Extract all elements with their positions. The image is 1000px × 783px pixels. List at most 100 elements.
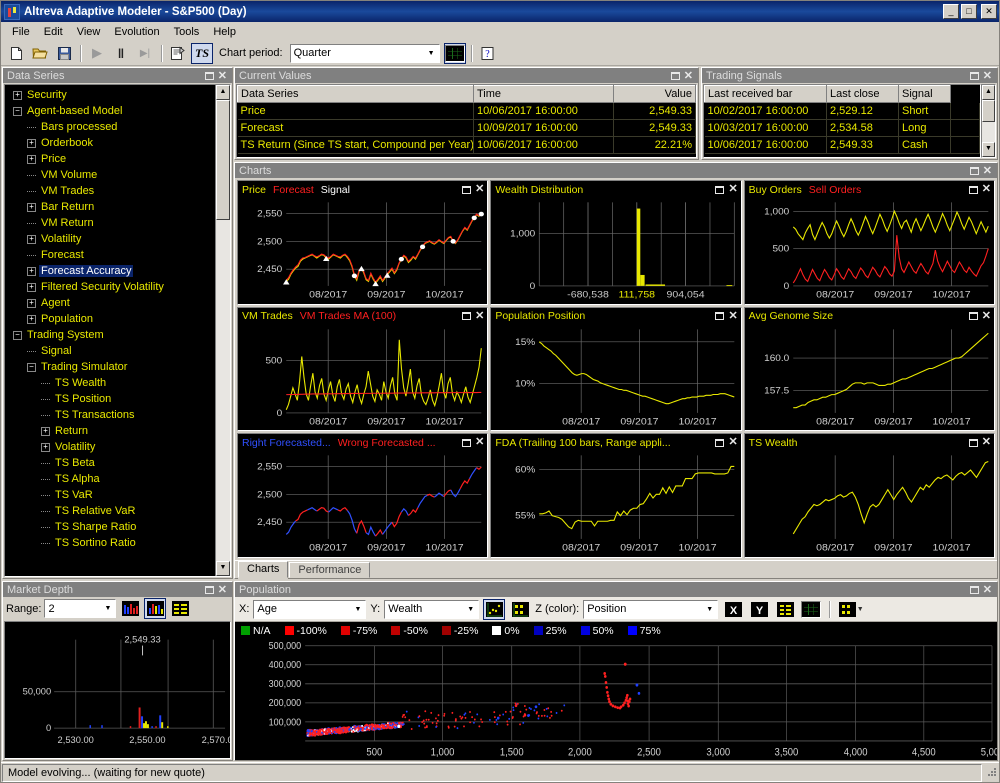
menu-view[interactable]: View	[70, 24, 108, 40]
tree-item-volatility[interactable]: +Volatility	[7, 231, 215, 247]
tree-item-vm-volume[interactable]: VM Volume	[7, 167, 215, 183]
chart-maximize-icon[interactable]	[969, 186, 978, 194]
tree-leaf-dash-icon[interactable]	[27, 347, 36, 356]
chart-close-icon[interactable]: ✕	[475, 312, 484, 321]
chart-window-1[interactable]: PriceForecastSignal✕2,4502,5002,55008/20…	[237, 180, 488, 305]
tree-item-ts-position[interactable]: TS Position	[7, 391, 215, 407]
close-button[interactable]: ✕	[981, 4, 997, 19]
tree-item-trading-simulator[interactable]: −Trading Simulator	[7, 359, 215, 375]
column-last-received-bar[interactable]: Last received bar	[705, 86, 827, 103]
current-values-close-icon[interactable]: ✕	[684, 71, 693, 81]
tree-expand-icon[interactable]: +	[13, 91, 22, 100]
trading-signals-close-icon[interactable]: ✕	[983, 71, 992, 81]
maximize-button[interactable]: □	[961, 4, 977, 19]
menu-file[interactable]: File	[5, 24, 37, 40]
chart-close-icon[interactable]: ✕	[728, 312, 737, 321]
ts-scroll-thumb[interactable]	[982, 100, 995, 122]
chart-plot-area[interactable]: 157.5160.008/201709/201710/2017	[745, 324, 994, 431]
tree-scrollbar[interactable]: ▲ ▼	[215, 85, 230, 576]
table-row[interactable]: TS Return (Since TS start, Compound per …	[238, 137, 696, 154]
chart-close-icon[interactable]: ✕	[982, 185, 991, 194]
open-folder-icon[interactable]	[29, 43, 51, 64]
tree-leaf-dash-icon[interactable]	[41, 475, 50, 484]
chart-close-icon[interactable]: ✕	[982, 312, 991, 321]
population-close-icon[interactable]: ✕	[983, 585, 992, 595]
tree-item-population[interactable]: +Population	[7, 311, 215, 327]
tree-expand-icon[interactable]: +	[27, 315, 36, 324]
column-last-close[interactable]: Last close	[827, 86, 899, 103]
chart-maximize-icon[interactable]	[969, 312, 978, 320]
tree-leaf-dash-icon[interactable]	[41, 395, 50, 404]
table-row[interactable]: Price 10/06/2017 16:00:00 2,549.33	[238, 103, 696, 120]
tree-item-ts-var[interactable]: TS VaR	[7, 487, 215, 503]
column-data-series[interactable]: Data Series	[238, 86, 474, 103]
tree-item-forecast-accuracy[interactable]: +Forecast Accuracy	[7, 263, 215, 279]
tree-item-orderbook[interactable]: +Orderbook	[7, 135, 215, 151]
tree-item-vm-return[interactable]: VM Return	[7, 215, 215, 231]
tree-expand-icon[interactable]: +	[41, 443, 50, 452]
chart-maximize-icon[interactable]	[715, 312, 724, 320]
tree-leaf-dash-icon[interactable]	[27, 219, 36, 228]
chart-maximize-icon[interactable]	[969, 439, 978, 447]
properties-icon[interactable]	[167, 43, 189, 64]
tree-collapse-icon[interactable]: −	[13, 107, 22, 116]
chart-window-2[interactable]: Wealth Distribution✕01,000-680,538111,75…	[490, 180, 741, 305]
ts-button[interactable]: TS	[191, 43, 213, 64]
chart-plot-area[interactable]: 08/201709/201710/2017	[745, 450, 994, 557]
column-value[interactable]: Value	[614, 86, 696, 103]
menu-evolution[interactable]: Evolution	[107, 24, 166, 40]
menu-help[interactable]: Help	[206, 24, 243, 40]
depth-bars-icon[interactable]	[119, 598, 141, 619]
chart-maximize-icon[interactable]	[715, 186, 724, 194]
x-axis-icon[interactable]: X	[722, 599, 744, 620]
minimize-button[interactable]: _	[943, 4, 959, 19]
current-values-maximize-icon[interactable]	[671, 72, 680, 80]
charts-maximize-icon[interactable]	[970, 167, 979, 175]
more-chevron-down-icon[interactable]: ▼	[857, 606, 864, 613]
y-chevron-down-icon[interactable]: ▼	[463, 601, 478, 618]
tree-item-trading-system[interactable]: −Trading System	[7, 327, 215, 343]
population-maximize-icon[interactable]	[970, 586, 979, 594]
menu-edit[interactable]: Edit	[37, 24, 70, 40]
tree-item-ts-alpha[interactable]: TS Alpha	[7, 471, 215, 487]
depth-bars-alt-icon[interactable]	[144, 598, 166, 619]
z-chevron-down-icon[interactable]: ▼	[702, 601, 717, 618]
tree-item-agent[interactable]: +Agent	[7, 295, 215, 311]
tree-expand-icon[interactable]: +	[41, 427, 50, 436]
table-row[interactable]: 10/02/2017 16:00:00 2,529.12 Short	[705, 103, 980, 120]
tree-item-return[interactable]: +Return	[7, 423, 215, 439]
tree-expand-icon[interactable]: +	[27, 203, 36, 212]
chart-maximize-icon[interactable]	[462, 312, 471, 320]
trading-signals-scrollbar[interactable]: ▲ ▼	[981, 84, 996, 158]
data-series-tree[interactable]: +Security−Agent-based ModelBars processe…	[5, 85, 215, 576]
tree-item-filtered-security-volatility[interactable]: +Filtered Security Volatility	[7, 279, 215, 295]
ts-scroll-down-button[interactable]: ▼	[982, 142, 995, 157]
range-chevron-down-icon[interactable]: ▼	[100, 600, 115, 617]
scroll-up-button[interactable]: ▲	[216, 85, 230, 100]
market-depth-close-icon[interactable]: ✕	[218, 585, 227, 595]
tree-expand-icon[interactable]: +	[27, 139, 36, 148]
current-values-grid[interactable]: Data Series Time Value Price 10/06/2017 …	[236, 84, 697, 158]
tree-leaf-dash-icon[interactable]	[27, 123, 36, 132]
tree-expand-icon[interactable]: +	[27, 155, 36, 164]
x-chevron-down-icon[interactable]: ▼	[350, 601, 365, 618]
column-signal[interactable]: Signal	[899, 86, 951, 103]
ts-scroll-track[interactable]	[982, 100, 995, 142]
tree-expand-icon[interactable]: +	[27, 267, 36, 276]
trading-signals-maximize-icon[interactable]	[970, 72, 979, 80]
chart-icon[interactable]	[800, 599, 822, 620]
chart-maximize-icon[interactable]	[462, 439, 471, 447]
chart-window-7[interactable]: Right Forecasted...Wrong Forecasted ...✕…	[237, 433, 488, 558]
tree-item-security[interactable]: +Security	[7, 87, 215, 103]
tree-leaf-dash-icon[interactable]	[27, 171, 36, 180]
chart-maximize-icon[interactable]	[462, 186, 471, 194]
list-icon[interactable]	[774, 599, 796, 620]
chart-close-icon[interactable]: ✕	[728, 438, 737, 447]
tree-item-ts-relative-var[interactable]: TS Relative VaR	[7, 503, 215, 519]
chart-window-4[interactable]: VM TradesVM Trades MA (100)✕050008/20170…	[237, 307, 488, 432]
tree-item-signal[interactable]: Signal	[7, 343, 215, 359]
tree-expand-icon[interactable]: +	[27, 235, 36, 244]
chart-window-5[interactable]: Population Position✕10%15%08/201709/2017…	[490, 307, 741, 432]
tree-item-forecast[interactable]: Forecast	[7, 247, 215, 263]
scroll-track[interactable]	[216, 100, 230, 561]
